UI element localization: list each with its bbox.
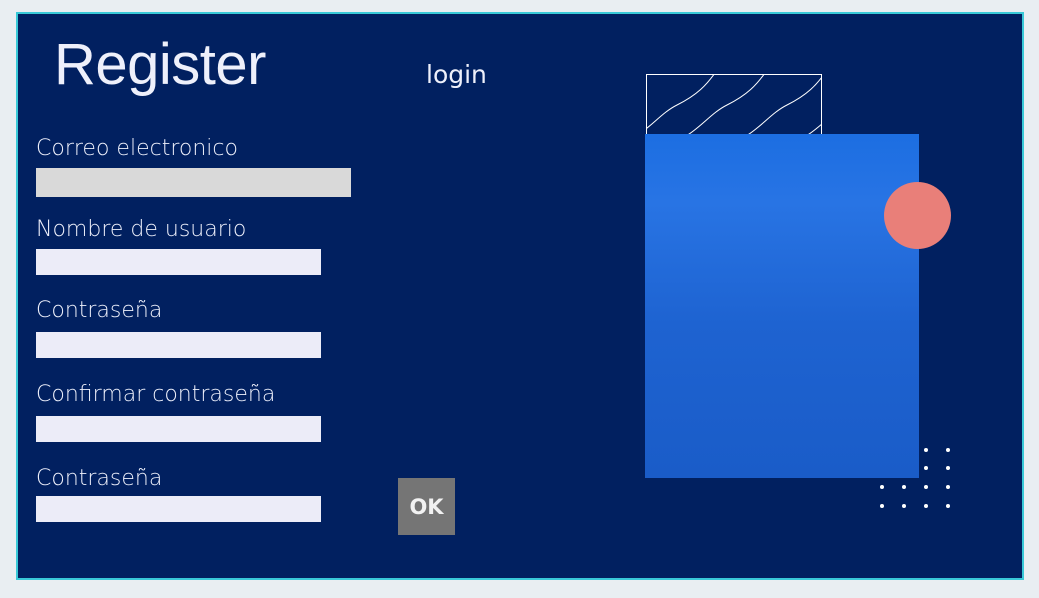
email-field[interactable] (36, 168, 351, 197)
coral-circle-decoration (884, 182, 951, 249)
email-label: Correo electronico (36, 136, 238, 161)
password-label: Contraseña (36, 298, 163, 323)
confirm-password-label: Confirmar contraseña (36, 382, 276, 407)
confirm-password-field[interactable] (36, 416, 321, 442)
blue-panel-decoration (645, 134, 919, 478)
username-field[interactable] (36, 249, 321, 275)
ok-button[interactable]: OK (398, 478, 455, 535)
password-label-2: Contraseña (36, 466, 163, 491)
login-link[interactable]: login (426, 62, 487, 87)
password-field-2[interactable] (36, 496, 321, 522)
wave-lines-icon (647, 75, 821, 141)
username-label: Nombre de usuario (36, 217, 247, 242)
register-window: Register login Correo electronico Nombre… (16, 12, 1024, 580)
page-title: Register (54, 32, 266, 97)
wave-pattern-decoration (646, 74, 822, 142)
password-field[interactable] (36, 332, 321, 358)
dot-grid-icon (880, 448, 950, 508)
